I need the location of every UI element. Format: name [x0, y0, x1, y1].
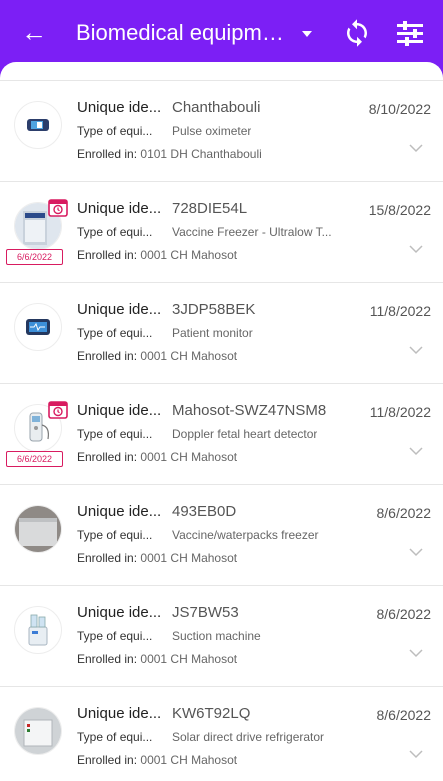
unique-id-label: Unique ide... [77, 200, 162, 217]
arrow-left-icon[interactable]: ← [20, 18, 48, 46]
item-date: 15/8/2022 [368, 202, 431, 218]
list-item[interactable]: Unique ide... Chanthabouli 8/10/2022 Typ… [0, 80, 443, 181]
enrolled-value: 0001 CH Mahosot [140, 248, 238, 262]
unique-id-label: Unique ide... [77, 402, 162, 419]
chevron-down-icon[interactable] [409, 547, 423, 557]
type-label: Type of equi... [77, 225, 153, 239]
type-label: Type of equi... [77, 629, 153, 643]
enrolled-value: 0001 CH Mahosot [140, 450, 238, 464]
equipment-id: 728DIE54L [172, 200, 248, 217]
chevron-down-icon[interactable] [409, 648, 423, 658]
list-item[interactable]: 6/6/2022 Unique ide... Mahosot-SWZ47NSM8… [0, 383, 443, 484]
unique-id-label: Unique ide... [77, 503, 162, 520]
unique-id-label: Unique ide... [77, 705, 162, 722]
list-item[interactable]: Unique ide... 3JDP58BEK 11/8/2022 Type o… [0, 282, 443, 383]
enrolled-value: 0001 CH Mahosot [140, 349, 238, 363]
chevron-down-icon[interactable] [409, 143, 423, 153]
enrolled-value: 0001 CH Mahosot [140, 753, 238, 767]
due-date-badge: 6/6/2022 [6, 451, 63, 467]
enrolled-row: Enrolled in: 0001 CH Mahosot [77, 248, 237, 262]
list-item[interactable]: 6/6/2022 Unique ide... 728DIE54L 15/8/20… [0, 181, 443, 282]
enrolled-label: Enrolled in: [77, 450, 138, 464]
unique-id-label: Unique ide... [77, 604, 162, 621]
equipment-id: Mahosot-SWZ47NSM8 [172, 402, 327, 419]
equipment-type: Vaccine/waterpacks freezer [172, 528, 319, 542]
solar-refrigerator-image [14, 707, 62, 755]
calendar-alarm-icon [48, 199, 68, 217]
patient-monitor-image [14, 303, 62, 351]
chevron-down-icon[interactable] [409, 446, 423, 456]
equipment-type: Doppler fetal heart detector [172, 427, 318, 441]
equipment-list: Unique ide... Chanthabouli 8/10/2022 Typ… [0, 80, 443, 781]
item-date: 8/6/2022 [376, 606, 432, 622]
suction-machine-image [14, 606, 62, 654]
item-date: 8/6/2022 [376, 707, 432, 723]
page-title: Biomedical equipment [76, 20, 288, 45]
enrolled-label: Enrolled in: [77, 349, 138, 363]
content-sheet: Unique ide... Chanthabouli 8/10/2022 Typ… [0, 62, 443, 781]
enrolled-row: Enrolled in: 0001 CH Mahosot [77, 652, 237, 666]
enrolled-label: Enrolled in: [77, 248, 138, 262]
title-dropdown[interactable]: Biomedical equipment [76, 16, 312, 50]
item-date: 8/10/2022 [368, 101, 431, 117]
enrolled-row: Enrolled in: 0001 CH Mahosot [77, 753, 237, 767]
type-label: Type of equi... [77, 326, 153, 340]
enrolled-value: 0001 CH Mahosot [140, 551, 238, 565]
enrolled-row: Enrolled in: 0001 CH Mahosot [77, 349, 237, 363]
equipment-type: Solar direct drive refrigerator [172, 730, 325, 744]
enrolled-label: Enrolled in: [77, 147, 138, 161]
equipment-id: KW6T92LQ [172, 705, 251, 722]
equipment-id: Chanthabouli [172, 99, 261, 116]
app-bar: ← Biomedical equipment [0, 0, 443, 68]
equipment-type: Pulse oximeter [172, 124, 252, 138]
chevron-down-icon[interactable] [409, 749, 423, 759]
enrolled-value: 0001 CH Mahosot [140, 652, 238, 666]
enrolled-label: Enrolled in: [77, 551, 138, 565]
enrolled-value: 0101 DH Chanthabouli [140, 147, 262, 161]
equipment-type: Suction machine [172, 629, 261, 643]
type-label: Type of equi... [77, 427, 153, 441]
pulse-oximeter-image [14, 101, 62, 149]
list-item[interactable]: Unique ide... KW6T92LQ 8/6/2022 Type of … [0, 686, 443, 781]
chevron-down-icon[interactable] [409, 244, 423, 254]
filter-list-icon[interactable] [395, 20, 425, 48]
unique-id-label: Unique ide... [77, 99, 162, 116]
item-date: 11/8/2022 [369, 404, 431, 420]
equipment-type: Patient monitor [172, 326, 253, 340]
enrolled-row: Enrolled in: 0101 DH Chanthabouli [77, 147, 262, 161]
equipment-id: JS7BW53 [172, 604, 239, 621]
caret-down-icon [302, 31, 312, 37]
equipment-id: 493EB0D [172, 503, 237, 520]
type-label: Type of equi... [77, 528, 153, 542]
type-label: Type of equi... [77, 124, 153, 138]
list-item[interactable]: Unique ide... JS7BW53 8/6/2022 Type of e… [0, 585, 443, 686]
list-item[interactable]: Unique ide... 493EB0D 8/6/2022 Type of e… [0, 484, 443, 585]
due-date-badge: 6/6/2022 [6, 249, 63, 265]
enrolled-label: Enrolled in: [77, 753, 138, 767]
chevron-down-icon[interactable] [409, 345, 423, 355]
item-date: 11/8/2022 [369, 303, 431, 319]
calendar-alarm-icon [48, 401, 68, 419]
equipment-type: Vaccine Freezer - Ultralow T... [172, 225, 332, 239]
type-label: Type of equi... [77, 730, 153, 744]
equipment-id: 3JDP58BEK [172, 301, 256, 318]
item-date: 8/6/2022 [376, 505, 432, 521]
freezer-image [14, 505, 62, 553]
enrolled-label: Enrolled in: [77, 652, 138, 666]
enrolled-row: Enrolled in: 0001 CH Mahosot [77, 450, 237, 464]
enrolled-row: Enrolled in: 0001 CH Mahosot [77, 551, 237, 565]
unique-id-label: Unique ide... [77, 301, 162, 318]
sync-icon[interactable] [342, 18, 372, 48]
